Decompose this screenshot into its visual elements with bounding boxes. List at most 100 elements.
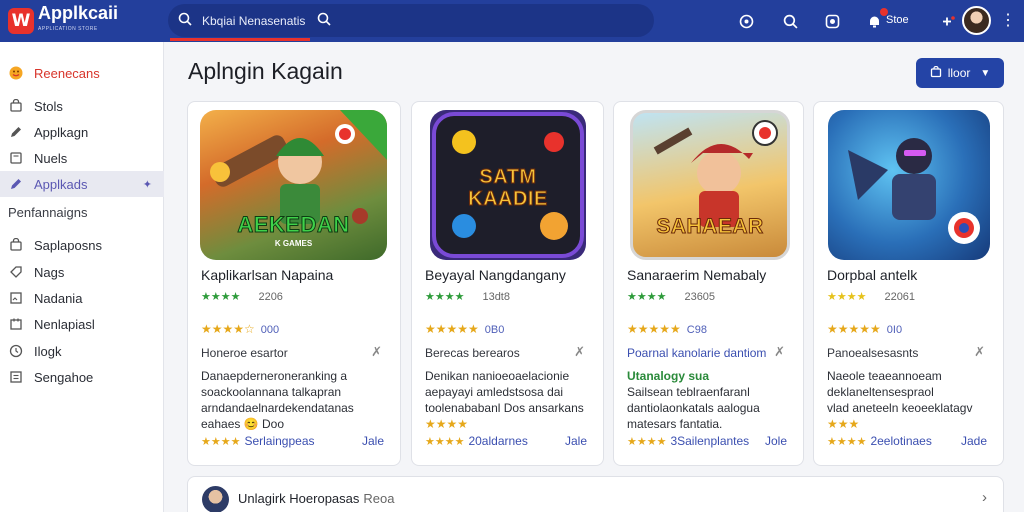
app-title[interactable]: Kaplikarlsan Napaina: [201, 267, 333, 283]
sidebar-item-label: Sengahoe: [34, 369, 94, 385]
sidebar-section-title: Penfannaigns: [8, 205, 88, 220]
sidebar-item-label: Nags: [34, 264, 65, 280]
sidebar-item-applkads[interactable]: Applkads ✦: [0, 171, 164, 197]
rating-count: 22061: [884, 291, 916, 303]
sidebar-item-nenlapiasl[interactable]: Nenlapiasl: [0, 311, 164, 337]
doc-icon: [8, 316, 24, 332]
logo-mark-icon: W: [8, 8, 34, 34]
book-icon: [8, 150, 24, 166]
sidebar-item-label: Saplaposns: [34, 237, 102, 253]
app-subtitle: Berecas berearos: [425, 346, 520, 360]
app-title[interactable]: Sanaraerim Nemabaly: [627, 267, 766, 283]
app-art-title: SAHAEAR: [656, 215, 764, 239]
star-rating-icon: ★★★★☆: [201, 322, 255, 336]
app-art-title: SATM KAADIE: [468, 166, 548, 211]
app-rating: ★★★★★ 0I0: [827, 322, 902, 336]
star-rating-icon: ★★★★: [201, 291, 241, 303]
image-icon: [8, 290, 24, 306]
app-footer-label: Serlaingpeas: [244, 434, 315, 448]
sidebar-item-label: Nuels: [34, 150, 68, 166]
pin-icon[interactable]: ✗: [974, 344, 985, 360]
app-footer: ★★★★ 3Sailenplantes: [627, 434, 749, 448]
cart-icon: [8, 98, 24, 114]
sidebar-item-label: Reenecans: [34, 65, 100, 81]
app-footer: ★★★★ 2eelotinaes: [827, 434, 932, 448]
star-rating-icon: ★★★★: [425, 291, 465, 303]
add-user-icon[interactable]: [936, 9, 960, 33]
app-title[interactable]: Dorpbal antelk: [827, 267, 917, 283]
search-submit-icon[interactable]: [317, 12, 331, 29]
app-name: Applkcaii: [38, 3, 119, 23]
filter-button-label: lloor: [947, 66, 971, 80]
notifications-icon[interactable]: [862, 8, 888, 33]
sidebar-item-saplaposns[interactable]: Saplaposns: [0, 232, 164, 258]
pin-icon[interactable]: ✗: [774, 344, 785, 360]
sidebar-item-nags[interactable]: Nags: [0, 259, 164, 285]
app-title[interactable]: Beyayal Nangdangany: [425, 267, 566, 283]
sidebar-item-stols[interactable]: Stols: [0, 93, 164, 119]
app-art-subtitle: K GAMES: [274, 239, 313, 248]
rating-count: 13dt8: [482, 291, 510, 303]
sidebar-item-ilogk[interactable]: Ilogk: [0, 338, 164, 364]
app-thumbnail[interactable]: SAHAEAR: [630, 110, 790, 260]
search-icon: [178, 12, 196, 29]
app-subtitle: Poarnal kanolarie dantiom: [627, 346, 767, 360]
help-icon[interactable]: [734, 9, 758, 33]
sidebar-item-nuels[interactable]: Nuels: [0, 145, 164, 171]
app-rating: ★★★★☆ 000: [201, 322, 279, 336]
list-icon: [8, 369, 24, 385]
app-thumbnail[interactable]: AEKEDAN K GAMES: [200, 110, 387, 260]
app-description: Danaepderneroneranking a soackoolannana …: [201, 369, 354, 431]
sidebar-item-applkagn[interactable]: Applkagn: [0, 119, 164, 145]
pin-icon[interactable]: ✗: [574, 344, 585, 360]
store-label[interactable]: Stoe: [886, 14, 909, 26]
bottom-list-item[interactable]: Unlagirk Hoeropasas Reoa ›: [187, 476, 1004, 512]
star-rating-icon: ★★★★: [627, 436, 667, 448]
more-link[interactable]: Jale: [565, 434, 587, 448]
rating-value: 0B0: [484, 324, 505, 336]
sidebar-item-label: Nadania: [34, 290, 83, 306]
app-thumbnail[interactable]: SATM KAADIE: [430, 110, 586, 260]
more-link[interactable]: Jale: [362, 434, 384, 448]
more-link[interactable]: Jade: [961, 434, 987, 448]
app-card[interactable]: Dorpbal antelk ★★★★ 22061 ★★★★★ 0I0 Panoea…: [813, 101, 1004, 466]
search-input[interactable]: Kbqiai Nenasenatis: [202, 14, 305, 28]
app-thumbnail[interactable]: [828, 110, 990, 260]
rating-value: 000: [260, 324, 280, 336]
sidebar-item-label: Applkagn: [34, 124, 89, 140]
tag-icon: [8, 264, 24, 280]
app-card[interactable]: SAHAEAR Sanaraerim Nemabaly ★★★★ 23605 ★★…: [613, 101, 804, 466]
star-rating-icon: ★★★★: [827, 291, 867, 303]
app-tagline: APPLICATION STORE: [38, 26, 98, 32]
pencil-icon: [8, 176, 24, 192]
sidebar-item-nadania[interactable]: Nadania: [0, 285, 164, 311]
avatar: [202, 486, 229, 512]
edit-icon[interactable]: [820, 9, 844, 33]
sidebar-item-label: Nenlapiasl: [34, 316, 95, 332]
sidebar-item-label: Stols: [34, 98, 63, 114]
star-rating-icon: ★★★★: [425, 436, 465, 448]
app-description: Denikan nanioeoaelacionie aepayayi amled…: [425, 369, 584, 431]
app-rating-top: ★★★★ 13dt8: [425, 290, 510, 303]
more-menu-icon[interactable]: ⋮: [1000, 10, 1016, 30]
app-description: Naeole teaeannoeam deklaneltensespraol v…: [827, 369, 973, 431]
page-title: Aplngin Kagain: [188, 58, 343, 84]
search-bar[interactable]: Kbqiai Nenasenatis: [168, 4, 654, 37]
app-footer: ★★★★ 20aldarnes: [425, 434, 528, 448]
app-logo[interactable]: W Applkcaii APPLICATION STORE: [0, 3, 164, 37]
user-avatar[interactable]: [962, 6, 991, 35]
sidebar: Reenecans Stols Applkagn Nuels Applkads …: [0, 42, 164, 512]
emoji-icon: [8, 65, 24, 81]
search-top-icon[interactable]: [778, 9, 802, 33]
more-link[interactable]: Jole: [765, 434, 787, 448]
clock-icon: [8, 343, 24, 359]
app-card[interactable]: AEKEDAN K GAMES Kaplikarlsan Napaina ★★★…: [187, 101, 401, 466]
rating-value: 0I0: [886, 324, 903, 336]
sidebar-item-sengahoe[interactable]: Sengahoe: [0, 364, 164, 390]
sidebar-item-recents[interactable]: Reenecans: [0, 60, 164, 86]
rating-count: 23605: [684, 291, 716, 303]
app-card[interactable]: SATM KAADIE Beyayal Nangdangany ★★★★ 13dt…: [411, 101, 604, 466]
chevron-right-icon[interactable]: ›: [982, 489, 987, 506]
pin-icon[interactable]: ✗: [371, 344, 382, 360]
filter-button[interactable]: lloor ▼: [916, 58, 1004, 88]
